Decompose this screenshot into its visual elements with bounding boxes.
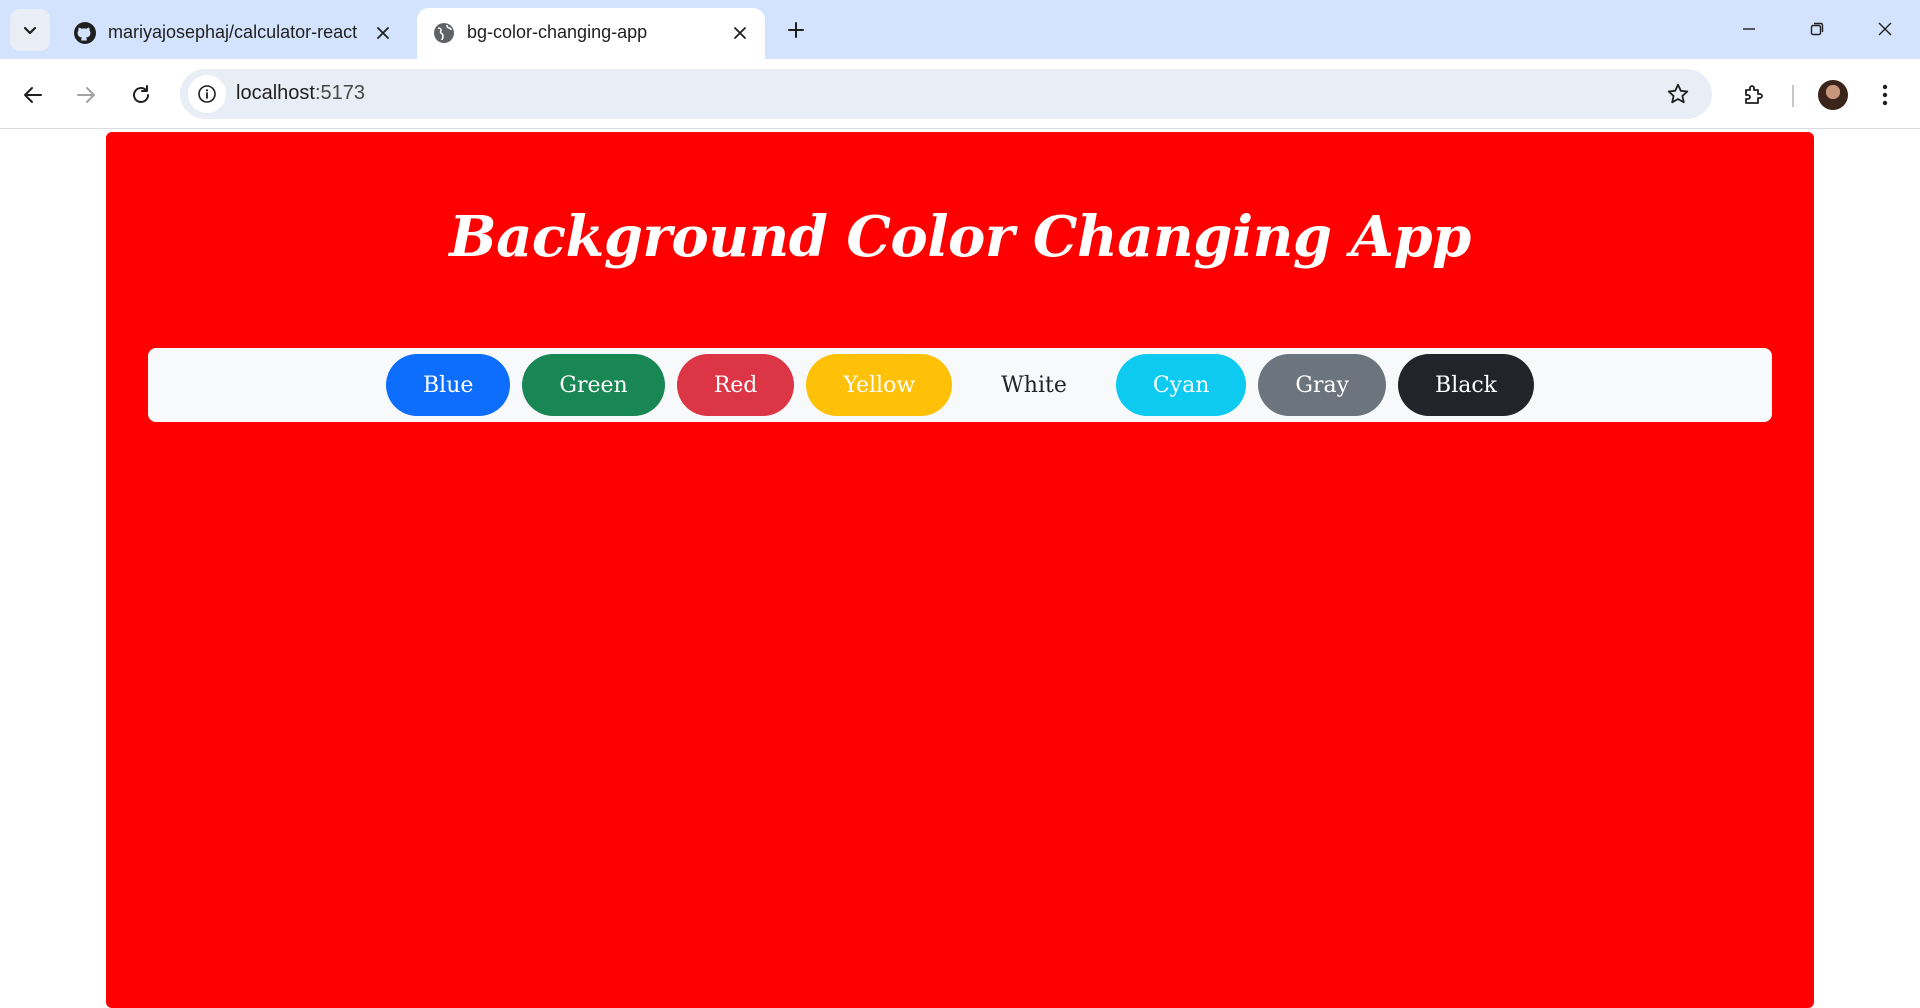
color-button-red[interactable]: Red xyxy=(676,354,795,416)
globe-icon xyxy=(431,20,457,46)
puzzle-icon xyxy=(1745,85,1763,104)
color-button-green[interactable]: Green xyxy=(522,354,665,416)
star-icon xyxy=(1667,83,1689,104)
page-viewport: Background Color Changing App Blue Green… xyxy=(0,130,1920,1008)
restore-icon xyxy=(1810,22,1824,36)
forward-button[interactable] xyxy=(66,75,106,115)
color-button-bar: Blue Green Red Yellow White Cyan Gray Bl… xyxy=(148,348,1772,422)
back-button[interactable] xyxy=(13,75,53,115)
browser-toolbar: localhost:5173 xyxy=(0,59,1920,129)
app-container: Background Color Changing App Blue Green… xyxy=(106,132,1814,1008)
info-icon xyxy=(198,85,216,103)
close-icon[interactable] xyxy=(727,20,753,46)
tab-bg-color-changing-app[interactable]: bg-color-changing-app xyxy=(417,8,765,59)
address-bar[interactable]: localhost:5173 xyxy=(180,69,1712,119)
minimize-icon xyxy=(1743,28,1755,30)
url-text[interactable]: localhost:5173 xyxy=(236,82,365,105)
profile-avatar[interactable] xyxy=(1818,80,1848,110)
plus-icon xyxy=(788,22,804,38)
new-tab-button[interactable] xyxy=(780,14,812,46)
tab-strip: mariyajosephaj/calculator-react bg-color… xyxy=(0,0,1920,59)
tab-search-button[interactable] xyxy=(10,9,50,51)
restore-button[interactable] xyxy=(1794,8,1840,50)
url-host: localhost xyxy=(236,82,315,104)
color-button-yellow[interactable]: Yellow xyxy=(806,354,953,416)
tab-calculator-react[interactable]: mariyajosephaj/calculator-react xyxy=(58,8,408,59)
arrow-left-icon xyxy=(24,87,42,103)
minimize-button[interactable] xyxy=(1726,8,1772,50)
close-icon[interactable] xyxy=(370,20,396,46)
bookmark-button[interactable] xyxy=(1660,76,1696,112)
page-title: Background Color Changing App xyxy=(449,204,1471,270)
close-icon xyxy=(1878,22,1892,36)
close-window-button[interactable] xyxy=(1862,8,1908,50)
reload-button[interactable] xyxy=(121,75,161,115)
toolbar-divider xyxy=(1792,85,1794,107)
color-button-white[interactable]: White xyxy=(964,354,1104,416)
chevron-down-icon xyxy=(23,26,37,35)
color-button-blue[interactable]: Blue xyxy=(385,354,511,416)
tab-title: bg-color-changing-app xyxy=(467,22,648,42)
color-button-gray[interactable]: Gray xyxy=(1258,354,1387,416)
extensions-button[interactable] xyxy=(1734,75,1774,115)
more-vertical-icon xyxy=(1882,84,1888,106)
github-icon xyxy=(72,20,98,46)
url-port: :5173 xyxy=(314,82,365,104)
reload-icon xyxy=(133,85,149,103)
color-button-cyan[interactable]: Cyan xyxy=(1115,354,1247,416)
color-button-black[interactable]: Black xyxy=(1398,354,1535,416)
arrow-right-icon xyxy=(77,87,95,103)
menu-button[interactable] xyxy=(1870,75,1900,115)
site-info-button[interactable] xyxy=(188,75,226,113)
tab-title: mariyajosephaj/calculator-react xyxy=(108,22,358,42)
